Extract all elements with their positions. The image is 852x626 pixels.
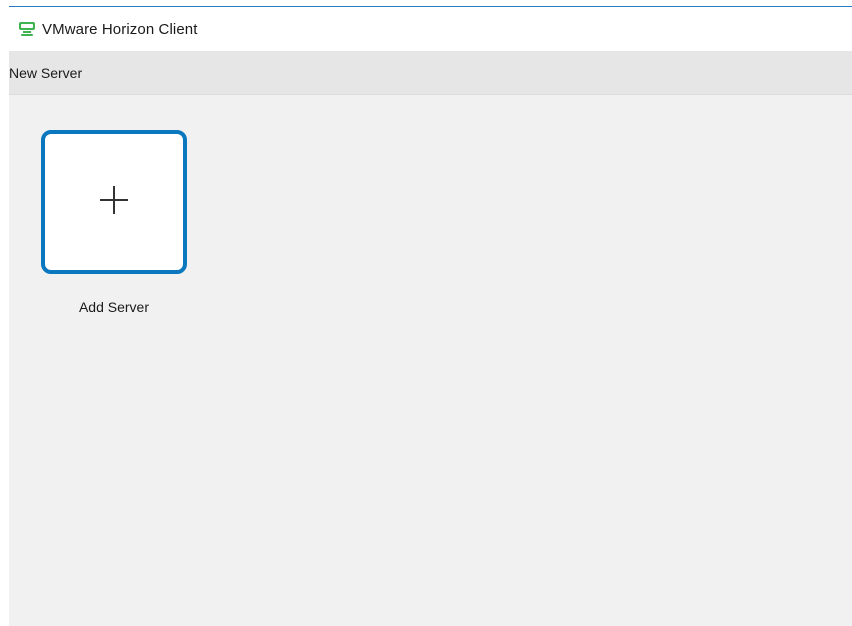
plus-icon bbox=[97, 183, 131, 222]
toolbar: New Server bbox=[9, 51, 852, 95]
add-server-tile[interactable] bbox=[41, 130, 187, 274]
add-server-label[interactable]: Add Server bbox=[41, 299, 187, 315]
title-bar: VMware Horizon Client bbox=[9, 7, 852, 51]
new-server-button[interactable]: New Server bbox=[9, 65, 82, 81]
window-title: VMware Horizon Client bbox=[42, 20, 198, 38]
horizon-client-window: VMware Horizon Client New Server Add Ser… bbox=[0, 0, 852, 626]
server-list-area: Add Server bbox=[9, 95, 852, 626]
vmware-horizon-logo-icon bbox=[18, 20, 36, 38]
